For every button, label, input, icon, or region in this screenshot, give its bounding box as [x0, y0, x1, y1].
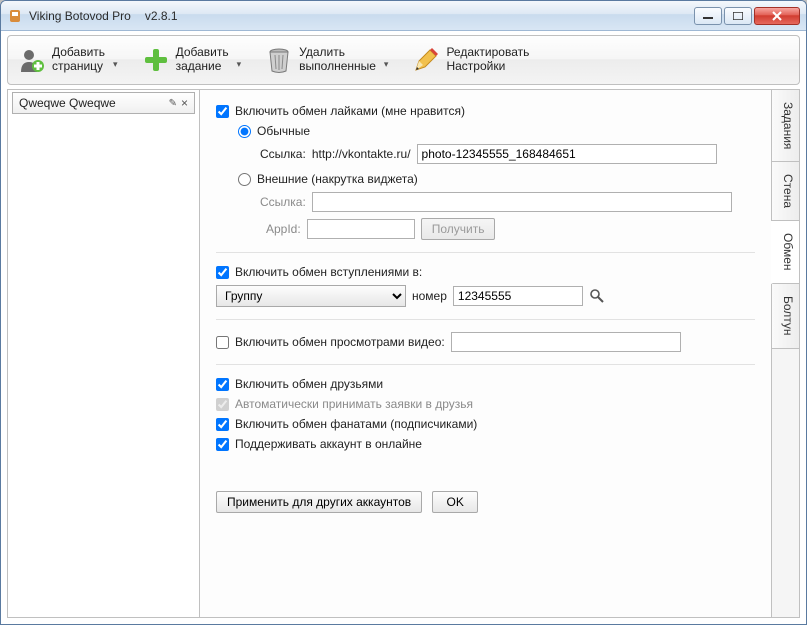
toolbar-add-task[interactable]: Добавить задание ▾	[138, 44, 246, 76]
toolbar-add-page[interactable]: Добавить страницу ▾	[14, 44, 122, 76]
likes-mode-external-radio[interactable]	[238, 173, 251, 186]
likes-mode-external-label: Внешние (накрутка виджета)	[257, 172, 418, 186]
ok-button[interactable]: OK	[432, 491, 478, 513]
keep-online-label: Поддерживать аккаунт в онлайне	[235, 437, 422, 451]
group-number-input[interactable]	[453, 286, 583, 306]
minimize-button[interactable]	[694, 7, 722, 25]
likes-link-input[interactable]	[417, 144, 717, 164]
person-plus-icon	[18, 46, 46, 74]
main-panel: Включить обмен лайками (мне нравится) Об…	[200, 90, 771, 617]
enable-groups-checkbox[interactable]	[216, 266, 229, 279]
pencil-icon	[412, 46, 440, 74]
auto-accept-label: Автоматически принимать заявки в друзья	[235, 397, 473, 411]
enable-groups-label: Включить обмен вступлениями в:	[235, 265, 422, 279]
get-appid-button[interactable]: Получить	[421, 218, 496, 240]
toolbar-delete-done-l2: выполненные	[299, 60, 376, 74]
side-tab-exchange[interactable]: Обмен	[771, 221, 799, 284]
toolbar-delete-done-l1: Удалить	[299, 46, 376, 60]
close-button[interactable]	[754, 7, 800, 25]
app-icon	[7, 8, 23, 24]
close-icon	[771, 11, 783, 21]
chevron-down-icon: ▾	[384, 59, 389, 74]
toolbar-add-task-l1: Добавить	[176, 46, 229, 60]
enable-likes-label: Включить обмен лайками (мне нравится)	[235, 104, 465, 118]
maximize-button[interactable]	[724, 7, 752, 25]
likes-link-prefix: http://vkontakte.ru/	[312, 147, 411, 161]
side-tab-boltun[interactable]: Болтун	[772, 284, 799, 349]
enable-video-checkbox[interactable]	[216, 336, 229, 349]
body: Qweqwe Qweqwe ✎ × Включить обмен лайками…	[7, 89, 800, 618]
side-tab-tasks[interactable]: Задания	[772, 90, 799, 162]
enable-fans-checkbox[interactable]	[216, 418, 229, 431]
auto-accept-checkbox[interactable]	[216, 398, 229, 411]
appid-input[interactable]	[307, 219, 415, 239]
toolbar-edit-settings-l1: Редактировать	[446, 46, 529, 60]
video-input[interactable]	[451, 332, 681, 352]
app-title: Viking Botovod Pro	[29, 9, 131, 23]
enable-fans-label: Включить обмен фанатами (подписчиками)	[235, 417, 477, 431]
toolbar-add-task-l2: задание	[176, 60, 229, 74]
plus-icon	[142, 46, 170, 74]
side-tabs: Задания Стена Обмен Болтун	[771, 90, 799, 617]
maximize-icon	[733, 12, 743, 20]
account-tab[interactable]: Qweqwe Qweqwe ✎ ×	[12, 92, 195, 114]
enable-likes-checkbox[interactable]	[216, 105, 229, 118]
app-window: Viking Botovod Pro v2.8.1 Добавить стран…	[0, 0, 807, 625]
titlebar: Viking Botovod Pro v2.8.1	[1, 1, 806, 31]
close-tab-icon[interactable]: ×	[181, 96, 188, 110]
toolbar-add-page-l1: Добавить	[52, 46, 105, 60]
enable-friends-label: Включить обмен друзьями	[235, 377, 383, 391]
likes-mode-normal-label: Обычные	[257, 124, 310, 138]
edit-icon[interactable]: ✎	[169, 98, 177, 109]
left-panel: Qweqwe Qweqwe ✎ ×	[8, 90, 200, 617]
window-buttons	[694, 7, 800, 25]
group-number-label: номер	[412, 289, 447, 303]
toolbar-edit-settings-l2: Настройки	[446, 60, 529, 74]
likes-mode-normal-radio[interactable]	[238, 125, 251, 138]
minimize-icon	[703, 12, 713, 20]
search-icon[interactable]	[589, 288, 605, 304]
app-version: v2.8.1	[145, 9, 178, 23]
keep-online-checkbox[interactable]	[216, 438, 229, 451]
enable-video-label: Включить обмен просмотрами видео:	[235, 335, 445, 349]
external-link-label: Ссылка:	[260, 195, 306, 209]
likes-link-label: Ссылка:	[260, 147, 306, 161]
chevron-down-icon: ▾	[237, 59, 242, 74]
enable-friends-checkbox[interactable]	[216, 378, 229, 391]
toolbar-edit-settings[interactable]: Редактировать Настройки	[408, 44, 533, 76]
toolbar: Добавить страницу ▾ Добавить задание ▾ У…	[7, 35, 800, 85]
appid-label: AppId:	[266, 222, 301, 236]
external-link-input[interactable]	[312, 192, 732, 212]
toolbar-delete-done[interactable]: Удалить выполненные ▾	[261, 44, 392, 76]
group-type-select[interactable]: Группу	[216, 285, 406, 307]
toolbar-add-page-l2: страницу	[52, 60, 105, 74]
trash-icon	[265, 46, 293, 74]
side-tab-wall[interactable]: Стена	[772, 162, 799, 221]
account-name: Qweqwe Qweqwe	[19, 96, 116, 110]
chevron-down-icon: ▾	[113, 59, 118, 74]
apply-all-button[interactable]: Применить для других аккаунтов	[216, 491, 422, 513]
